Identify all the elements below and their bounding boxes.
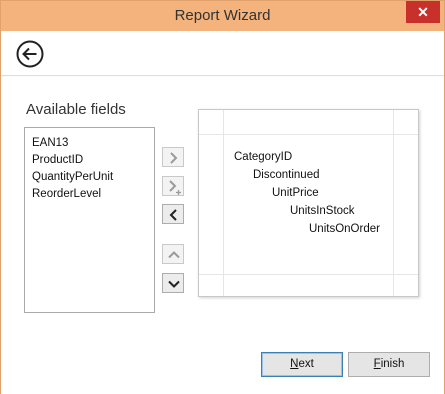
guide-line	[393, 110, 394, 296]
close-button[interactable]: ✕	[406, 1, 440, 23]
next-button[interactable]: Next	[261, 352, 343, 377]
group-level-item[interactable]: Discontinued	[253, 169, 319, 181]
next-label: ext	[298, 358, 314, 370]
group-level-item[interactable]: UnitsOnOrder	[309, 223, 380, 235]
list-item[interactable]: EAN13	[32, 135, 154, 152]
finish-button[interactable]: Finish	[348, 352, 430, 377]
list-item[interactable]: ReorderLevel	[32, 186, 154, 203]
grouping-preview: CategoryID Discontinued UnitPrice UnitsI…	[198, 109, 419, 297]
available-fields-label: Available fields	[26, 101, 126, 118]
guide-line	[223, 110, 224, 296]
group-level-item[interactable]: UnitsInStock	[290, 205, 355, 217]
list-item[interactable]: ProductID	[32, 152, 154, 169]
move-up-button[interactable]	[162, 244, 184, 264]
wizard-content: Available fields EAN13 ProductID Quantit…	[1, 77, 444, 394]
move-down-button[interactable]	[162, 273, 184, 293]
add-field-with-plus-button[interactable]	[162, 176, 184, 196]
group-level-item[interactable]: CategoryID	[234, 151, 292, 163]
list-item[interactable]: QuantityPerUnit	[32, 169, 154, 186]
back-arrow-icon[interactable]	[15, 39, 45, 69]
window-title: Report Wizard	[174, 7, 271, 24]
wizard-header	[1, 31, 444, 76]
guide-line	[199, 134, 418, 135]
group-level-item[interactable]: UnitPrice	[272, 187, 319, 199]
chevron-left-icon	[169, 209, 177, 221]
chevron-right-plus-icon	[169, 180, 181, 195]
report-wizard-window: Report Wizard ✕ Available fields EAN13 P…	[0, 0, 445, 394]
chevron-up-icon	[168, 251, 180, 259]
chevron-right-icon	[170, 152, 178, 164]
finish-hotkey: F	[373, 358, 381, 370]
add-field-button[interactable]	[162, 147, 184, 167]
available-fields-list[interactable]: EAN13 ProductID QuantityPerUnit ReorderL…	[24, 127, 155, 313]
chevron-down-icon	[168, 280, 180, 288]
guide-line	[199, 274, 418, 275]
remove-field-button[interactable]	[162, 204, 184, 224]
finish-label: inish	[380, 358, 405, 370]
title-bar[interactable]: Report Wizard ✕	[1, 1, 444, 31]
